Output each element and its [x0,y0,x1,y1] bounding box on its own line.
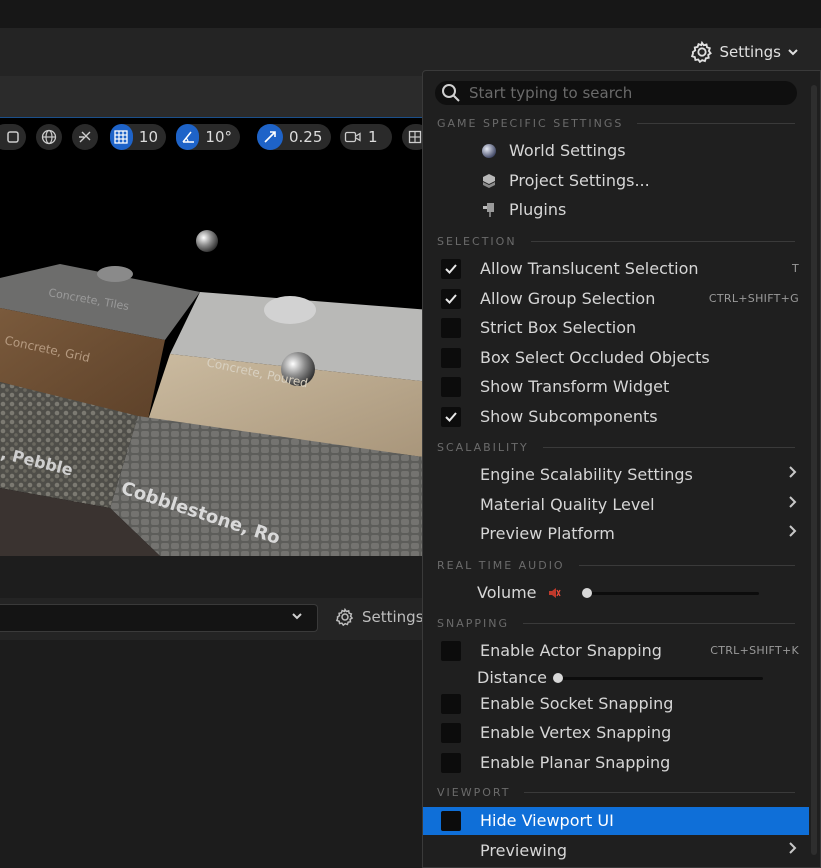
volume-slider-handle[interactable] [582,588,592,598]
menu-item-material-quality[interactable]: Material Quality Level [423,491,809,519]
gear-icon [336,608,354,626]
search-icon [442,84,460,102]
checkbox-unchecked[interactable] [441,723,461,743]
globe-icon [36,124,62,150]
menu-item-show-transform-widget[interactable]: Show Transform Widget [423,373,809,401]
shortcut-label: CTRL+SHIFT+G [708,292,799,305]
main-toolbar: Settings [0,28,821,76]
details-dropdown[interactable] [0,604,318,632]
viewport-tab-bar [0,76,430,118]
project-settings-icon [483,174,495,188]
menu-item-world-settings[interactable]: World Settings [423,137,809,165]
plug-icon [483,203,494,217]
world-sphere-icon [482,144,496,158]
speaker-muted-icon [549,588,561,598]
chevron-right-icon [788,465,798,483]
grid-icon [110,124,133,150]
title-bar [0,0,821,28]
world-local-toggle[interactable] [36,124,62,150]
menu-item-previewing[interactable]: Previewing [423,837,809,865]
settings-menu: Start typing to search GAME SPECIFIC SET… [422,70,821,868]
menu-search-box[interactable]: Start typing to search [435,81,797,105]
checkbox-checked[interactable] [441,407,461,427]
rotation-snap-button[interactable]: 10° [176,124,240,150]
distance-row: Distance [423,665,809,691]
section-game-specific: GAME SPECIFIC SETTINGS [437,116,795,130]
viewport-footer [0,556,430,598]
menu-item-enable-socket-snapping[interactable]: Enable Socket Snapping [423,690,809,718]
surface-snap-button[interactable] [72,124,98,150]
chevron-right-icon [788,841,798,859]
scale-snap-button[interactable]: 0.25 [257,124,331,150]
checkbox-unchecked[interactable] [441,641,461,661]
maximize-viewport-button[interactable] [0,124,26,150]
checkmark-icon [445,294,457,304]
chevron-down-icon [291,610,303,626]
section-scalability: SCALABILITY [437,440,795,454]
menu-item-allow-group-selection[interactable]: Allow Group Selection CTRL+SHIFT+G [423,285,809,313]
shortcut-label: T [791,262,799,275]
distance-label: Distance [477,668,547,687]
shortcut-label: CTRL+SHIFT+K [710,644,799,657]
menu-item-preview-platform[interactable]: Preview Platform [423,520,809,548]
settings-button[interactable]: Settings [691,41,799,63]
volume-slider[interactable] [583,592,759,595]
menu-item-plugins[interactable]: Plugins [423,196,809,224]
checkmark-icon [445,264,457,274]
menu-item-box-select-occluded[interactable]: Box Select Occluded Objects [423,344,809,372]
section-real-time-audio: REAL TIME AUDIO [437,558,795,572]
menu-item-enable-planar-snapping[interactable]: Enable Planar Snapping [423,749,809,777]
menu-item-project-settings[interactable]: Project Settings... [423,167,809,195]
menu-item-allow-translucent-selection[interactable]: Allow Translucent Selection T [423,255,809,283]
volume-row: Volume [423,580,809,606]
chevron-right-icon [788,524,798,542]
rotation-snap-value: 10° [205,128,232,146]
checkbox-unchecked[interactable] [441,318,461,338]
menu-item-enable-actor-snapping[interactable]: Enable Actor Snapping CTRL+SHIFT+K [423,637,809,665]
checkbox-checked[interactable] [441,259,461,279]
menu-scrollbar[interactable] [811,85,817,855]
grid-snap-button[interactable]: 10 [110,124,166,150]
distance-slider-handle[interactable] [553,673,563,683]
checkbox-unchecked[interactable] [441,753,461,773]
section-snapping: SNAPPING [437,616,795,630]
checkbox-unchecked[interactable] [441,811,461,831]
gear-icon [691,41,713,63]
scale-snap-value: 0.25 [289,128,323,146]
distance-slider[interactable] [557,677,763,680]
chevron-right-icon [788,495,798,513]
menu-item-enable-vertex-snapping[interactable]: Enable Vertex Snapping [423,719,809,747]
checkbox-checked[interactable] [441,289,461,309]
details-settings-button[interactable]: Settings [336,608,424,626]
search-input[interactable]: Start typing to search [469,84,632,102]
camera-speed-button[interactable]: 1 [340,124,392,150]
chevron-down-icon [788,49,798,56]
menu-item-engine-scalability[interactable]: Engine Scalability Settings [423,461,809,489]
viewport-scene: Concrete, Tiles Concrete, Grid Concrete,… [0,230,430,556]
maximize-icon [0,124,26,150]
checkmark-icon [445,412,457,422]
grid-snap-value: 10 [138,128,158,146]
settings-button-label: Settings [719,43,781,61]
surface-snap-icon [72,124,98,150]
volume-label: Volume [477,583,537,602]
checkbox-unchecked[interactable] [441,377,461,397]
section-selection: SELECTION [437,234,795,248]
checkbox-unchecked[interactable] [441,694,461,714]
level-viewport[interactable]: Concrete, Tiles Concrete, Grid Concrete,… [0,158,430,556]
checkbox-unchecked[interactable] [441,348,461,368]
angle-icon [176,124,200,150]
camera-speed-value: 1 [368,128,378,146]
camera-icon [340,124,366,150]
menu-item-show-subcomponents[interactable]: Show Subcomponents [423,403,809,431]
menu-item-hide-viewport-ui[interactable]: Hide Viewport UI [423,807,809,835]
menu-item-strict-box-selection[interactable]: Strict Box Selection [423,314,809,342]
details-settings-label: Settings [362,608,424,626]
scale-arrow-icon [257,124,283,150]
section-viewport: VIEWPORT [437,785,795,799]
details-panel [0,640,430,868]
